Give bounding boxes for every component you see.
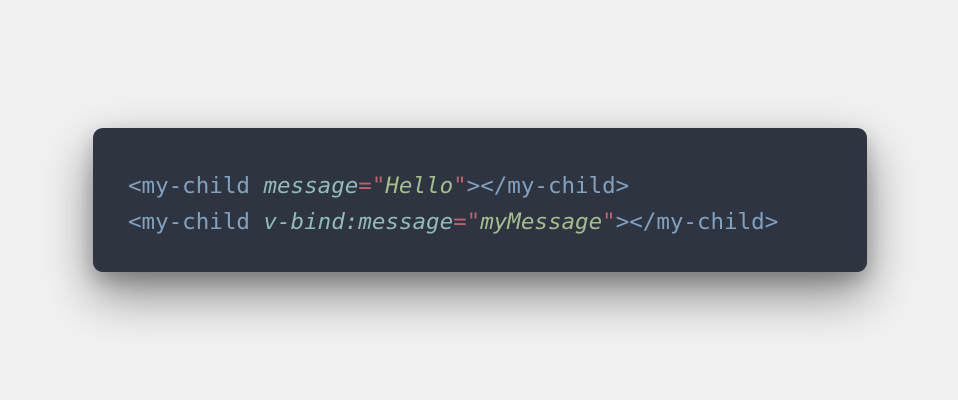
quote-close: " — [453, 173, 467, 199]
page-background: <my-child message="Hello"></my-child> <m… — [0, 0, 958, 400]
code-line-2: <my-child v-bind:message="myMessage"></m… — [128, 204, 867, 240]
quote-close: " — [602, 209, 616, 235]
attribute-value: myMessage — [480, 209, 603, 235]
open-tag: <my-child — [128, 209, 250, 235]
attribute-name: message — [263, 173, 359, 199]
attribute-value: Hello — [385, 173, 454, 199]
open-tag: <my-child — [128, 173, 250, 199]
quote-open: " — [371, 173, 386, 199]
close-tag: ></my-child> — [615, 209, 779, 235]
close-tag: ></my-child> — [466, 173, 630, 199]
equals-sign: = — [358, 173, 372, 199]
quote-open: " — [466, 209, 481, 235]
code-line-1: <my-child message="Hello"></my-child> — [128, 168, 867, 204]
code-block: <my-child message="Hello"></my-child> <m… — [93, 128, 867, 272]
equals-sign: = — [453, 209, 467, 235]
attribute-name: v-bind:message — [263, 209, 454, 235]
